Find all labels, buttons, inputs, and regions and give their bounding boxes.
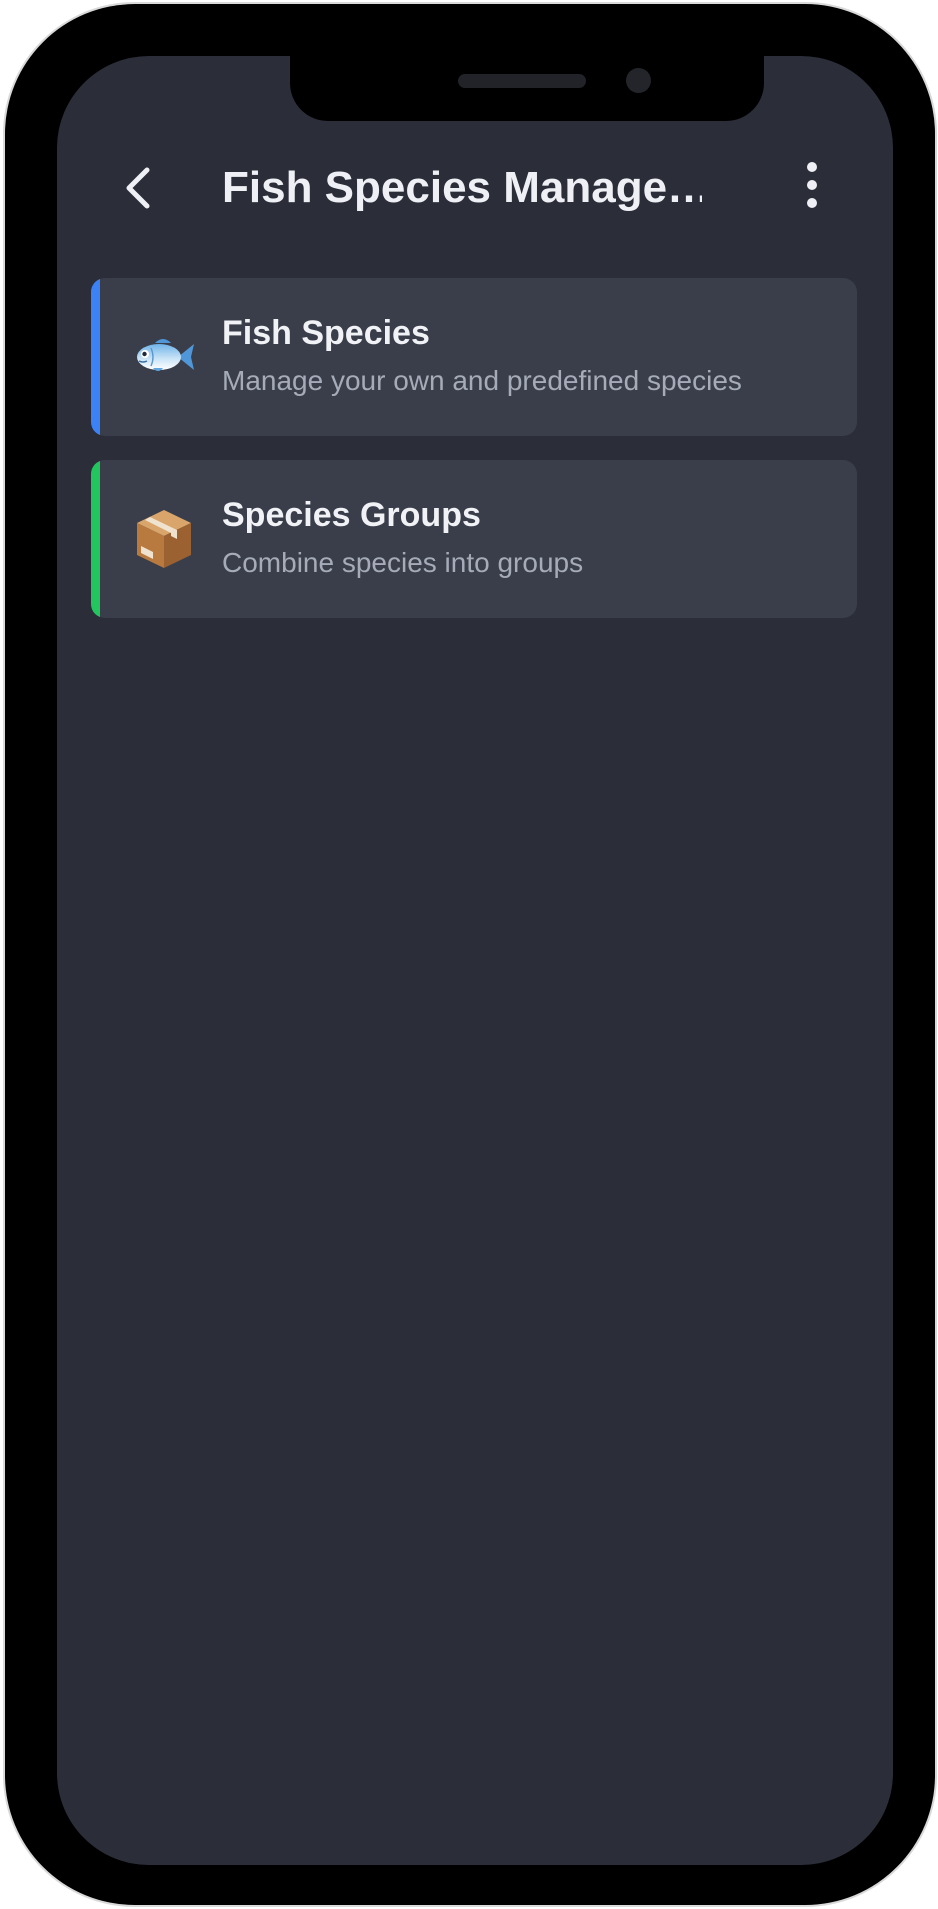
speaker-grille xyxy=(458,74,586,88)
more-options-button[interactable] xyxy=(792,161,832,211)
menu-card-species-groups[interactable]: Species Groups Combine species into grou… xyxy=(91,460,857,618)
card-title: Fish Species xyxy=(222,314,430,352)
front-camera xyxy=(626,68,651,93)
phone-frame: Fish Species Manage… Fish Species Manage… xyxy=(5,4,935,1905)
card-accent-bar xyxy=(91,460,100,618)
package-icon xyxy=(131,506,197,572)
card-title: Species Groups xyxy=(222,496,481,534)
card-accent-bar xyxy=(91,278,100,436)
more-vertical-icon xyxy=(807,162,817,208)
back-button[interactable] xyxy=(113,162,165,214)
card-subtitle: Combine species into groups xyxy=(222,547,584,578)
fish-icon xyxy=(131,324,197,390)
card-subtitle: Manage your own and predefined species xyxy=(222,365,742,396)
device-notch xyxy=(290,56,764,121)
page-title: Fish Species Manage… xyxy=(222,163,702,212)
app-bar: Fish Species Manage… xyxy=(57,136,893,236)
chevron-left-icon xyxy=(126,167,150,209)
app-screen: Fish Species Manage… Fish Species Manage… xyxy=(57,56,893,1865)
menu-card-fish-species[interactable]: Fish Species Manage your own and predefi… xyxy=(91,278,857,436)
